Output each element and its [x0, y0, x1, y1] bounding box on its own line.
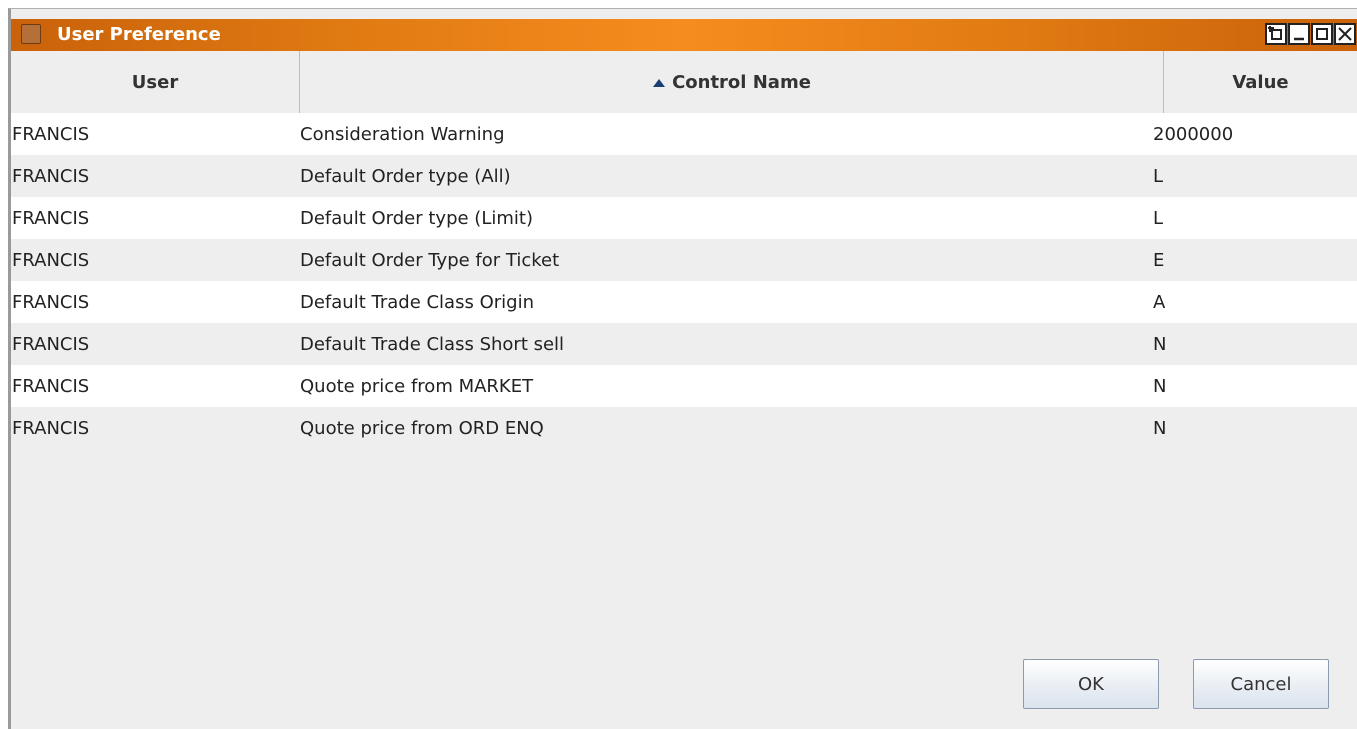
column-header-user-label: User [131, 71, 179, 93]
cell-value: E [1153, 249, 1165, 271]
detach-icon[interactable] [1265, 23, 1287, 45]
table-row[interactable]: FRANCIS Default Trade Class Origin A [11, 281, 1357, 323]
cell-control-name: Default Order Type for Ticket [300, 249, 560, 271]
title-bar[interactable]: User Preference [11, 19, 1357, 51]
column-header-value[interactable]: Value [1163, 51, 1357, 113]
ok-button[interactable]: OK [1023, 659, 1159, 709]
cell-user: FRANCIS [12, 123, 90, 145]
table-row[interactable]: FRANCIS Quote price from ORD ENQ N [11, 407, 1357, 449]
cell-value: N [1153, 375, 1167, 397]
cell-user: FRANCIS [12, 249, 90, 271]
table-row[interactable]: FRANCIS Default Trade Class Short sell N [11, 323, 1357, 365]
cell-value: 2000000 [1153, 123, 1234, 145]
cell-value: L [1153, 165, 1164, 187]
resize-grip-icon[interactable] [1351, 723, 1357, 729]
table-row[interactable]: FRANCIS Default Order type (All) L [11, 155, 1357, 197]
cell-user: FRANCIS [12, 291, 90, 313]
cell-user: FRANCIS [12, 375, 90, 397]
column-header-value-label: Value [1232, 71, 1289, 93]
cell-user: FRANCIS [12, 165, 90, 187]
sort-ascending-icon [652, 72, 666, 93]
cell-value: L [1153, 207, 1164, 229]
column-header-user[interactable]: User [11, 51, 299, 113]
cancel-button[interactable]: Cancel [1193, 659, 1329, 709]
table-row[interactable]: FRANCIS Consideration Warning 2000000 [11, 113, 1357, 155]
table-row[interactable]: FRANCIS Quote price from MARKET N [11, 365, 1357, 407]
cell-user: FRANCIS [12, 333, 90, 355]
cell-user: FRANCIS [12, 417, 90, 439]
window-app-icon [21, 24, 41, 44]
cell-control-name: Quote price from MARKET [300, 375, 534, 397]
minimize-icon[interactable] [1288, 23, 1310, 45]
window-controls [1265, 23, 1356, 45]
table-row[interactable]: FRANCIS Default Order Type for Ticket E [11, 239, 1357, 281]
preference-table: FRANCIS Consideration Warning 2000000 FR… [11, 113, 1357, 449]
user-preference-window: User Preference User Control Name Value … [8, 8, 1357, 729]
cell-user: FRANCIS [12, 207, 90, 229]
column-header-control-name[interactable]: Control Name [299, 51, 1163, 113]
column-header-control-name-label: Control Name [672, 71, 811, 93]
cell-control-name: Quote price from ORD ENQ [300, 417, 544, 439]
cell-control-name: Default Trade Class Short sell [300, 333, 565, 355]
maximize-icon[interactable] [1311, 23, 1333, 45]
table-header: User Control Name Value [11, 51, 1357, 113]
cell-value: A [1153, 291, 1166, 313]
cell-value: N [1153, 333, 1167, 355]
cell-value: N [1153, 417, 1167, 439]
table-row[interactable]: FRANCIS Default Order type (Limit) L [11, 197, 1357, 239]
window-title: User Preference [57, 24, 221, 45]
cell-control-name: Default Order type (Limit) [300, 207, 533, 229]
cell-control-name: Consideration Warning [300, 123, 505, 145]
cell-control-name: Default Trade Class Origin [300, 291, 534, 313]
cell-control-name: Default Order type (All) [300, 165, 511, 187]
close-icon[interactable] [1334, 23, 1356, 45]
